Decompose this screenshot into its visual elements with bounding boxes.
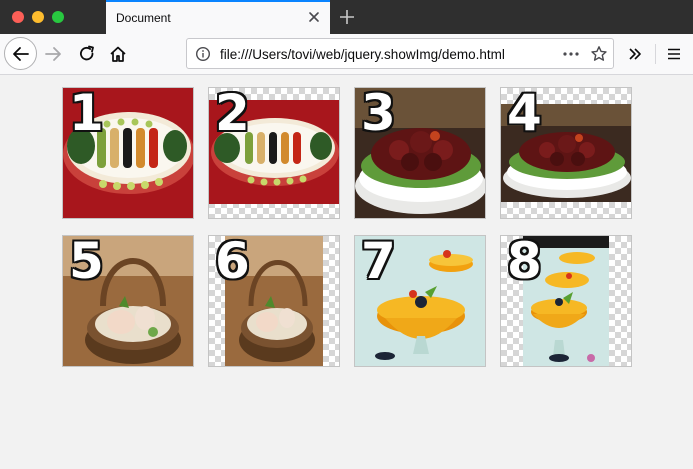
- gallery-thumb-8[interactable]: 8: [500, 235, 632, 367]
- close-tab-icon[interactable]: [306, 9, 322, 25]
- hamburger-icon: [668, 48, 680, 60]
- double-chevron-icon: [629, 48, 641, 60]
- gallery-thumb-1[interactable]: 1: [62, 87, 194, 219]
- back-arrow-icon: [12, 46, 29, 61]
- gallery-thumb-5[interactable]: 5: [62, 235, 194, 367]
- thumb-number: 3: [361, 87, 396, 142]
- address-bar[interactable]: file:///Users/tovi/web/jquery.showImg/de…: [186, 38, 614, 69]
- new-tab-icon[interactable]: [337, 7, 357, 27]
- star-icon[interactable]: [590, 45, 608, 63]
- thumb-number: 8: [507, 235, 542, 290]
- gallery-thumb-4[interactable]: 4: [500, 87, 632, 219]
- tab-document[interactable]: Document: [106, 0, 330, 34]
- ellipsis-icon[interactable]: [561, 46, 581, 62]
- window-minimize-button[interactable]: [32, 11, 44, 23]
- gallery-thumb-2[interactable]: 2: [208, 87, 340, 219]
- tab-title: Document: [116, 11, 171, 25]
- toolbar-separator: [655, 44, 656, 64]
- overflow-button[interactable]: [623, 41, 647, 67]
- thumb-number: 1: [69, 87, 104, 142]
- forward-arrow-icon: [45, 47, 61, 61]
- back-button[interactable]: [4, 37, 37, 70]
- reload-button[interactable]: [74, 41, 100, 67]
- gallery-thumb-7[interactable]: 7: [354, 235, 486, 367]
- gallery-thumb-3[interactable]: 3: [354, 87, 486, 219]
- home-button[interactable]: [105, 41, 131, 67]
- url-text[interactable]: file:///Users/tovi/web/jquery.showImg/de…: [220, 47, 505, 62]
- title-bar: Document: [0, 0, 693, 34]
- thumb-number: 5: [69, 235, 104, 290]
- thumb-number: 2: [215, 87, 250, 142]
- thumb-number: 6: [215, 235, 250, 290]
- reload-icon: [80, 45, 94, 61]
- thumb-number: 7: [361, 235, 396, 290]
- home-icon: [110, 46, 126, 62]
- gallery-thumb-6[interactable]: 6: [208, 235, 340, 367]
- window-close-button[interactable]: [12, 11, 24, 23]
- navigation-toolbar: file:///Users/tovi/web/jquery.showImg/de…: [0, 34, 693, 75]
- window-maximize-button[interactable]: [52, 11, 64, 23]
- thumb-number: 4: [507, 87, 542, 142]
- page-content: 1 2 3 4 5 6 7 8: [0, 75, 693, 469]
- menu-button[interactable]: [661, 41, 687, 67]
- info-icon[interactable]: [195, 46, 211, 62]
- forward-button[interactable]: [40, 41, 66, 67]
